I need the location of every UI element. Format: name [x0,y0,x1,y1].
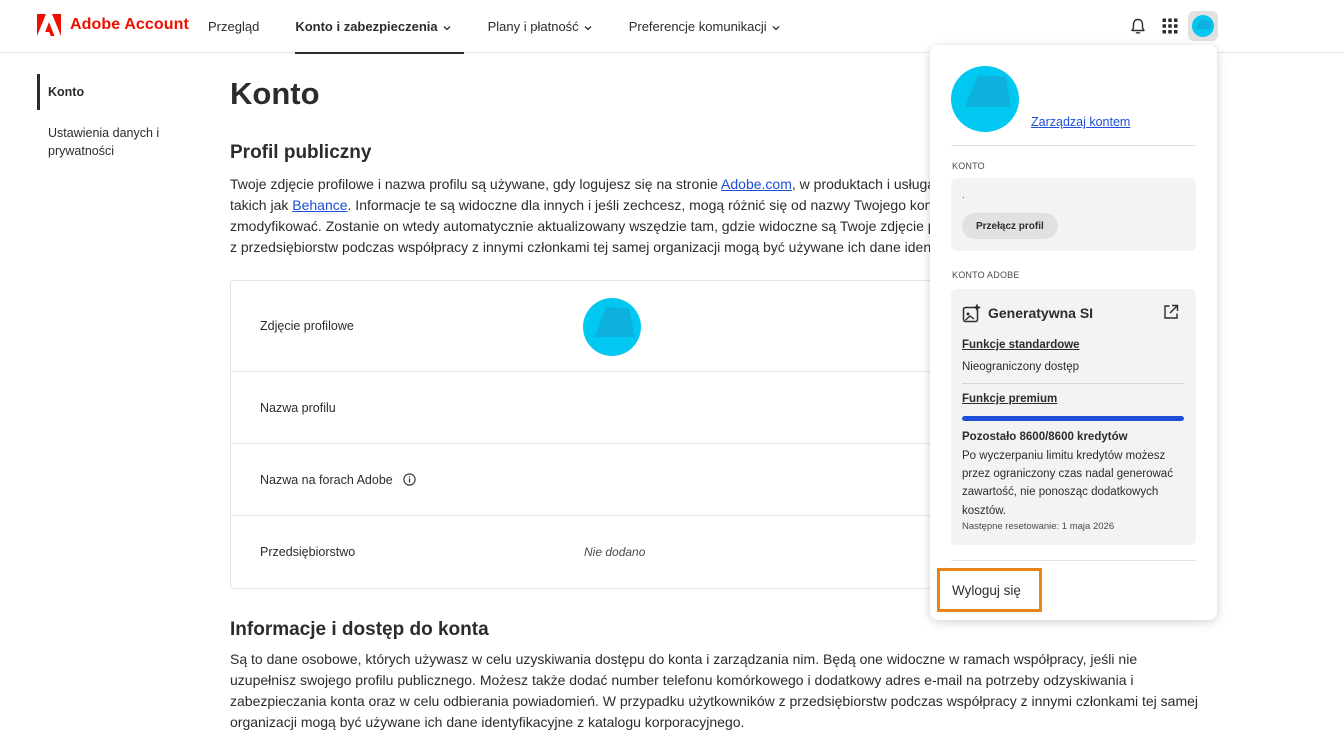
sidebar-item-data-privacy[interactable]: Ustawienia danych i prywatności [37,124,187,160]
account-access-title: Informacje i dostęp do konta [230,619,489,640]
credits-remaining-title: Pozostało 8600/8600 kredytów [962,431,1128,443]
para-text: takich jak [230,197,293,213]
main-nav: Przegląd Konto i zabezpieczenia Plany i … [208,0,817,54]
divider [951,145,1196,146]
manage-account-link[interactable]: Zarządzaj kontem [1031,115,1130,129]
row-label-wrapper: Nazwa na forach Adobe [260,473,416,487]
row-label: Nazwa profilu [260,400,336,415]
generative-ai-box: Generatywna SI Funkcje standardowe Nieog… [951,289,1196,545]
row-value: Nie dodano [584,545,646,559]
brand[interactable]: Adobe Account [37,14,189,36]
nav-communication-preferences-label: Preferencje komunikacji [628,19,767,34]
para-text: . Informacje te są widoczne dla innych i… [347,197,984,213]
reset-date-text: Następne resetowanie: 1 maja 2026 [962,521,1115,532]
row-label: Zdjęcie profilowe [260,319,354,333]
credits-progress-bar [962,416,1184,421]
nav-plans-payment-label: Plany i płatność [487,19,579,34]
adobe-logo-icon [37,14,61,36]
nav-communication-preferences[interactable]: Preferencje komunikacji [629,0,781,53]
account-box: . Przełącz profil [951,178,1196,251]
external-link-icon[interactable] [1163,304,1179,320]
info-icon[interactable] [403,473,416,486]
apps-grid-button[interactable] [1158,14,1182,38]
premium-features-link[interactable]: Funkcje premium [962,393,1057,405]
behance-link[interactable]: Behance [292,197,347,213]
sidebar-item-label: Ustawienia danych i prywatności [48,126,160,158]
sidebar-item-account[interactable]: Konto [37,74,187,110]
divider [951,560,1196,561]
profile-photo [583,298,641,356]
sidebar-item-label: Konto [48,85,85,99]
nav-overview[interactable]: Przegląd [208,0,259,53]
standard-features-link[interactable]: Funkcje standardowe [962,339,1080,351]
account-name: . [962,190,965,201]
standard-features-text: Nieograniczony dostęp [962,361,1079,373]
nav-overview-label: Przegląd [208,19,260,34]
brand-name: Adobe Account [70,16,189,33]
nav-plans-payment[interactable]: Plany i płatność [488,0,593,53]
apps-grid-icon [1162,18,1178,34]
switch-profile-button[interactable]: Przełącz profil [962,213,1058,239]
generative-ai-title: Generatywna SI [988,305,1094,321]
account-access-description: Są to dane osobowe, których używasz w ce… [230,651,1199,730]
profile-avatar-button[interactable] [1188,11,1218,41]
profile-dropdown-panel: Zarządzaj kontem KONTO . Przełącz profil… [930,45,1217,620]
generative-ai-icon [962,303,981,323]
sidebar: Konto Ustawienia danych i prywatności [37,74,187,160]
nav-account-security[interactable]: Konto i zabezpieczenia [295,0,464,54]
bell-icon [1131,18,1145,34]
divider [962,383,1184,384]
notifications-button[interactable] [1126,14,1150,38]
para-text: Twoje zdjęcie profilowe i nazwa profilu … [230,176,722,192]
adobe-com-link[interactable]: Adobe.com [721,176,792,192]
chevron-down-icon [443,25,451,30]
credits-progress-fill [962,416,1184,421]
chevron-down-icon [772,25,780,30]
panel-avatar [951,66,1019,132]
account-section-label: KONTO [952,161,985,171]
row-label: Nazwa na forach Adobe [260,472,393,487]
logout-button[interactable]: Wyloguj się [937,568,1042,612]
chevron-down-icon [584,25,592,30]
nav-account-security-label: Konto i zabezpieczenia [295,19,438,34]
avatar-icon [1192,15,1214,37]
adobe-account-section-label: KONTO ADOBE [952,270,1020,280]
row-label: Przedsiębiorstwo [260,545,356,559]
credits-description: Po wyczerpaniu limitu kredytów możesz pr… [962,450,1173,517]
